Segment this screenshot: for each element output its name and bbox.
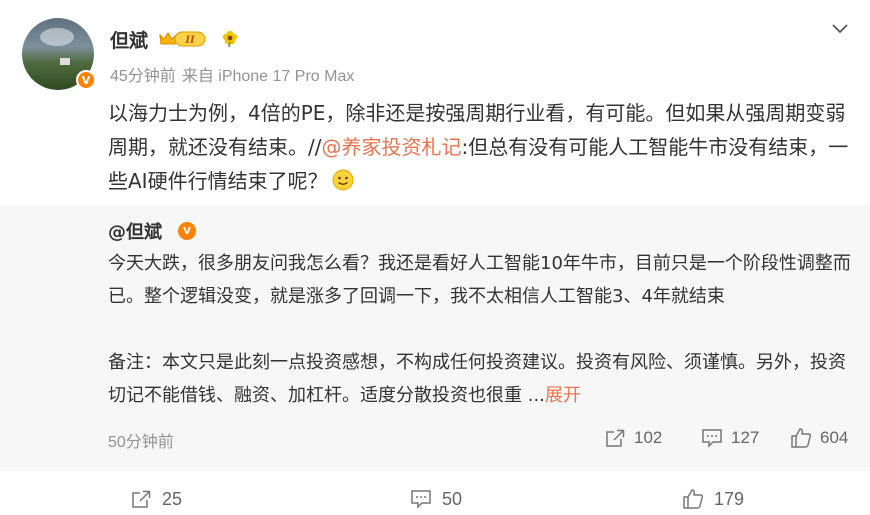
- post-meta: 45分钟前 来自 iPhone 17 Pro Max: [110, 62, 354, 86]
- original-verified-badge-icon: V: [178, 222, 196, 240]
- flower-icon[interactable]: [220, 28, 240, 48]
- original-author-link[interactable]: @但斌: [108, 218, 162, 244]
- original-paragraph-2-text: 备注：本文只是此刻一点投资感想，不构成任何投资建议。投资有风险、须谨慎。另外，投…: [108, 352, 846, 406]
- share-icon: [606, 429, 625, 447]
- post-text: 以海力士为例，4倍的PE，除非还是按强周期行业看，有可能。但如果从强周期变弱周期…: [108, 96, 858, 198]
- original-paragraph-1: 今天大跌，很多朋友问我怎么看？我还是看好人工智能10年牛市，目前只是一个阶段性调…: [108, 253, 851, 307]
- original-post-time[interactable]: 50分钟前: [108, 428, 174, 452]
- mention-link[interactable]: @养家投资札记: [321, 135, 461, 159]
- share-icon: [132, 490, 151, 508]
- expand-link[interactable]: 展开: [545, 385, 581, 406]
- comment-icon: [702, 429, 722, 448]
- original-paragraph-2: 备注：本文只是此刻一点投资感想，不构成任何投资建议。投资有风险、须谨慎。另外，投…: [108, 346, 858, 412]
- original-repost-button[interactable]: 102: [604, 426, 662, 450]
- chevron-down-icon[interactable]: [830, 22, 850, 36]
- original-repost-count: 102: [634, 428, 663, 447]
- comment-count: 50: [442, 488, 463, 509]
- original-comment-button[interactable]: 127: [701, 426, 759, 450]
- thumbs-up-icon: [791, 428, 812, 448]
- original-comment-count: 127: [731, 428, 760, 447]
- like-count: 179: [714, 488, 745, 509]
- like-button[interactable]: 179: [682, 486, 744, 512]
- crown-level-badge-icon[interactable]: II: [158, 29, 208, 49]
- original-like-button[interactable]: 604: [790, 426, 848, 450]
- thumbs-up-icon: [683, 489, 704, 509]
- repost-count: 25: [162, 488, 183, 509]
- author-name[interactable]: 但斌: [110, 26, 148, 53]
- smile-emoji-icon: [332, 169, 354, 191]
- verified-badge-icon: V: [76, 70, 96, 90]
- original-like-count: 604: [820, 428, 849, 447]
- comment-icon: [411, 490, 431, 509]
- post-time[interactable]: 45分钟前: [110, 68, 176, 85]
- repost-button[interactable]: 25: [130, 486, 182, 512]
- post-source: 来自 iPhone 17 Pro Max: [181, 68, 355, 85]
- weibo-post: V 但斌 II 45分钟前 来自 iPhone 17 Pro Max 以海力士为例…: [0, 0, 870, 515]
- original-post-text: 今天大跌，很多朋友问我怎么看？我还是看好人工智能10年牛市，目前只是一个阶段性调…: [108, 247, 858, 412]
- reposted-content[interactable]: @但斌 V 今天大跌，很多朋友问我怎么看？我还是看好人工智能10年牛市，目前只是…: [0, 205, 870, 471]
- comment-button[interactable]: 50: [410, 486, 462, 512]
- level-badge-text: II: [184, 35, 195, 46]
